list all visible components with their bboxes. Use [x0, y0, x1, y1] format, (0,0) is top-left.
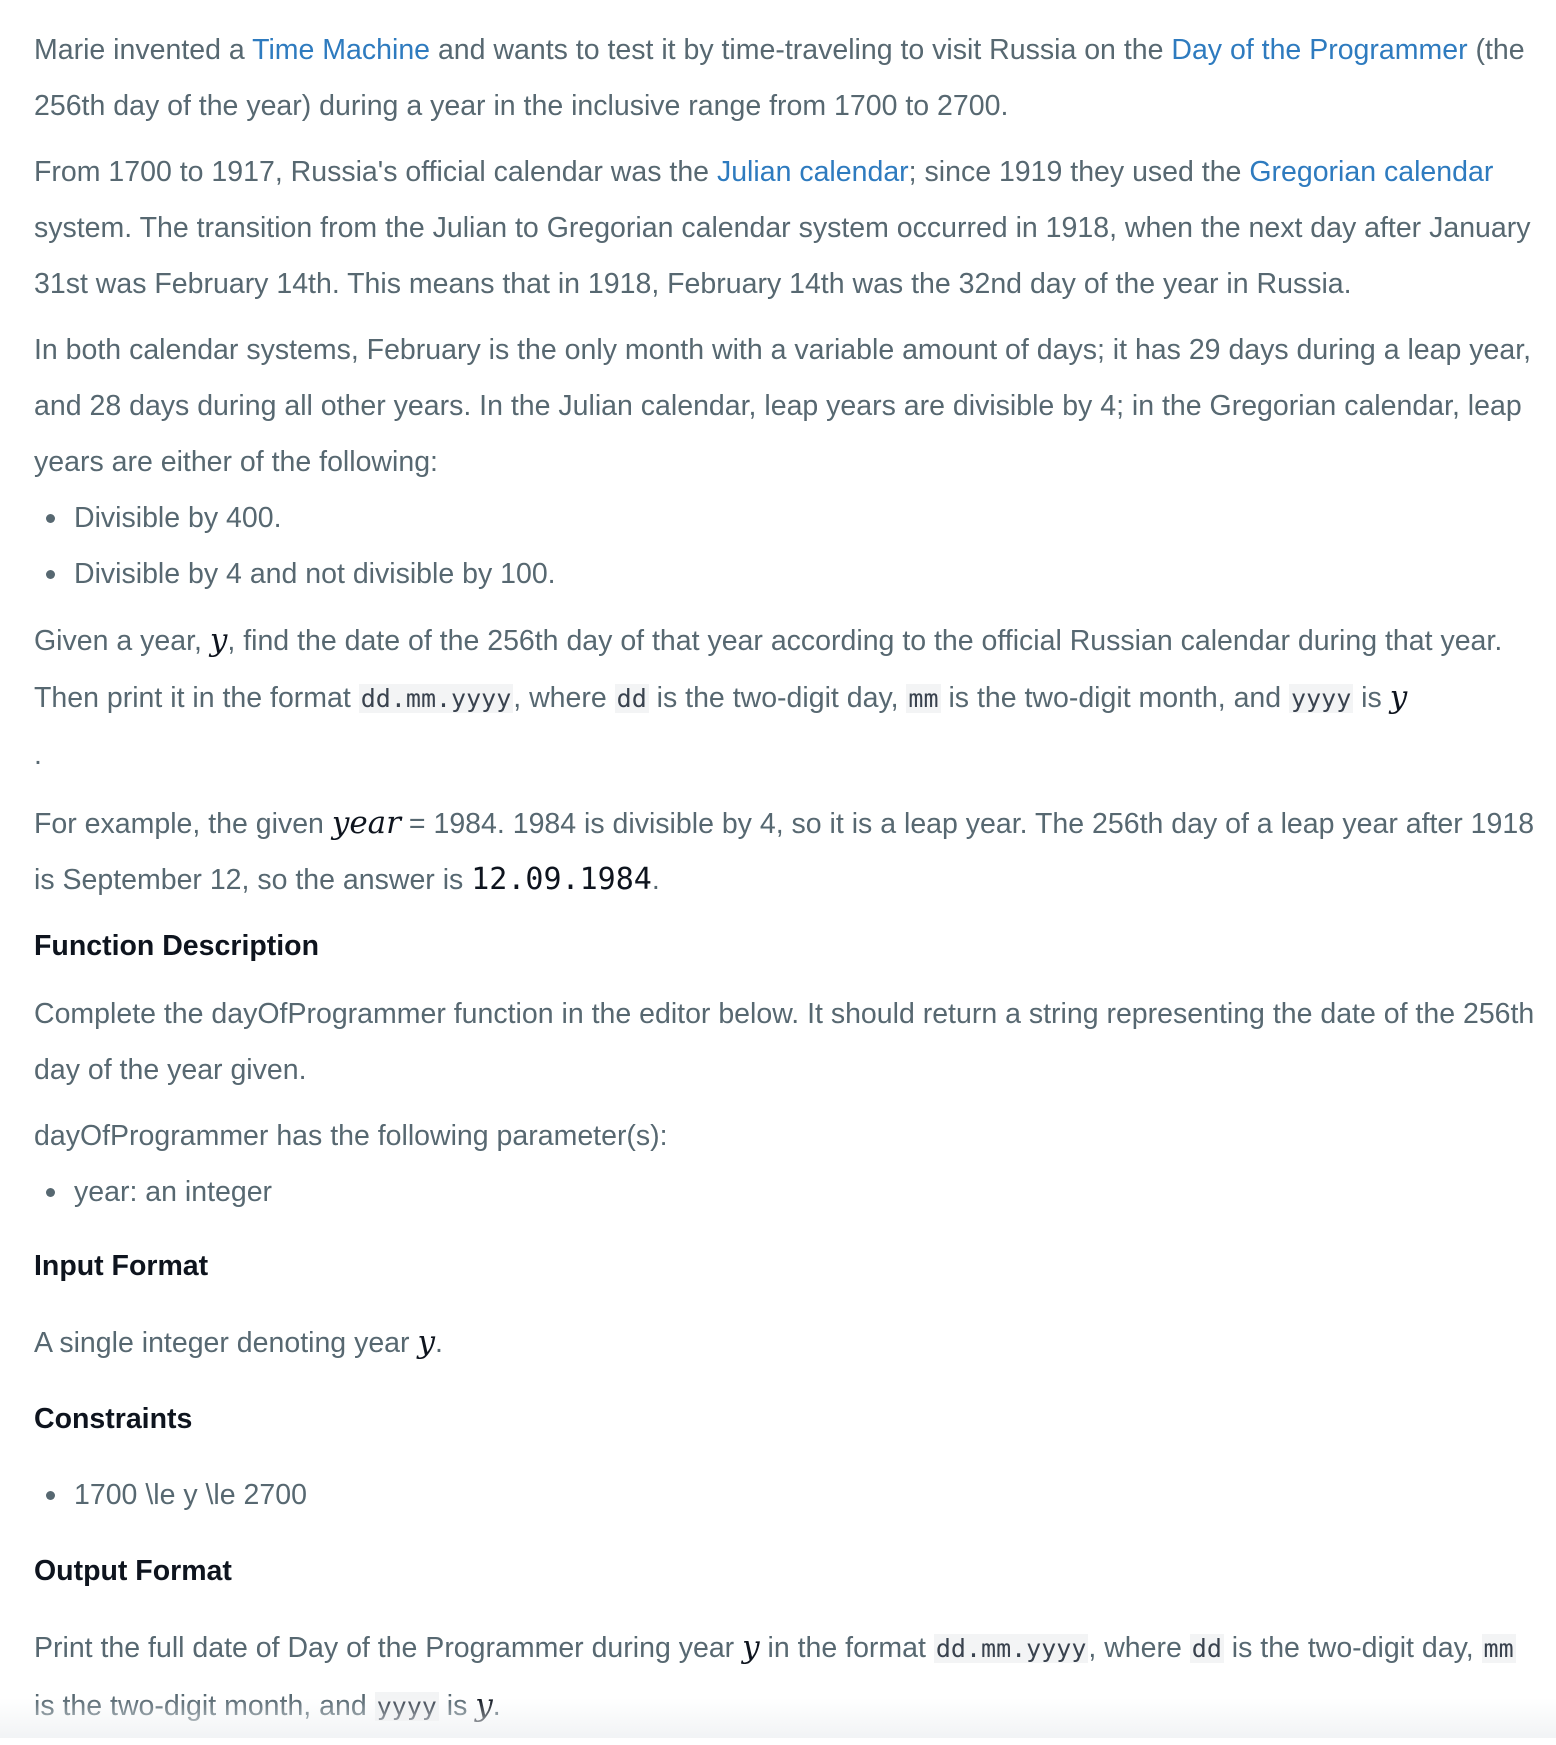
- julian-calendar-link[interactable]: Julian calendar: [717, 156, 909, 188]
- list-item: Divisible by 4 and not divisible by 100.: [34, 546, 1544, 602]
- inline-code: dd: [1189, 1634, 1224, 1663]
- intro-text: and wants to test it by time-traveling t…: [430, 34, 1172, 66]
- bullet-icon: [46, 1188, 55, 1197]
- function-params-intro: dayOfProgrammer has the following parame…: [34, 1120, 668, 1152]
- example-answer: 12.09.1984: [471, 862, 652, 897]
- math-variable: year: [331, 805, 401, 841]
- inline-code: yyyy: [1289, 684, 1354, 713]
- constraints-heading: Constraints: [34, 1403, 193, 1435]
- param-text: year: an integer: [74, 1176, 273, 1208]
- input-format-text: A single integer denoting year y.: [34, 1314, 1544, 1371]
- constraints-list: 1700 \le y \le 2700: [34, 1467, 1544, 1523]
- input-format-heading: Input Format: [34, 1250, 209, 1282]
- function-description-text: Complete the dayOfProgrammer function in…: [34, 998, 1535, 1086]
- task-text: is: [1353, 682, 1390, 714]
- task-text: is the two-digit month, and: [940, 682, 1290, 714]
- output-format-text-part: Print the full date of Day of the Progra…: [34, 1632, 743, 1664]
- inline-code: dd.mm.yyyy: [933, 1634, 1089, 1663]
- list-item: year: an integer: [34, 1164, 1544, 1220]
- bullet-icon: [46, 1491, 55, 1500]
- task-text: , where: [513, 682, 615, 714]
- calendar-paragraph: From 1700 to 1917, Russia's official cal…: [34, 144, 1544, 312]
- leap-rule-text: Divisible by 400.: [74, 502, 282, 534]
- example-paragraph: For example, the given year = 1984. 1984…: [34, 795, 1544, 908]
- problem-statement: Marie invented a Time Machine and wants …: [34, 22, 1544, 1745]
- time-machine-link[interactable]: Time Machine: [252, 34, 430, 66]
- calendar-text: system. The transition from the Julian t…: [34, 212, 1531, 300]
- bullet-icon: [46, 514, 55, 523]
- task-paragraph: Given a year, y, find the date of the 25…: [34, 612, 1544, 727]
- input-format-text-part: A single integer denoting year: [34, 1327, 418, 1359]
- function-params-list: year: an integer: [34, 1164, 1544, 1220]
- calendar-text: From 1700 to 1917, Russia's official cal…: [34, 156, 717, 188]
- output-format-heading: Output Format: [34, 1555, 232, 1587]
- inline-code: mm: [1481, 1634, 1516, 1663]
- math-variable: y: [742, 1629, 760, 1665]
- math-variable: y: [417, 1324, 435, 1360]
- function-description-heading: Function Description: [34, 930, 319, 962]
- calendar-text: ; since 1919 they used the: [908, 156, 1250, 188]
- output-format-text-part: in the format: [759, 1632, 934, 1664]
- bullet-icon: [46, 570, 55, 579]
- output-format-text-part: , where: [1088, 1632, 1190, 1664]
- constraint-text: 1700 \le y \le 2700: [74, 1479, 307, 1511]
- input-format-text-part: .: [434, 1327, 443, 1359]
- list-item: Divisible by 400.: [34, 490, 1544, 546]
- intro-paragraph: Marie invented a Time Machine and wants …: [34, 22, 1544, 134]
- math-variable: y: [209, 622, 228, 658]
- trailing-dot: .: [34, 739, 42, 771]
- example-text: For example, the given: [34, 808, 332, 840]
- bottom-fade: [0, 1698, 1556, 1738]
- output-format-text-part: is the two-digit day,: [1223, 1632, 1482, 1664]
- intro-text: Marie invented a: [34, 34, 253, 66]
- list-item: 1700 \le y \le 2700: [34, 1467, 1544, 1523]
- day-of-the-programmer-link[interactable]: Day of the Programmer: [1171, 34, 1467, 66]
- task-text: is the two-digit day,: [648, 682, 907, 714]
- math-variable: y: [1389, 679, 1408, 715]
- inline-code: dd: [614, 684, 649, 713]
- leap-rule-text: Divisible by 4 and not divisible by 100.: [74, 558, 556, 590]
- leap-rules-list: Divisible by 400. Divisible by 4 and not…: [34, 490, 1544, 602]
- inline-code: dd.mm.yyyy: [358, 684, 514, 713]
- task-text: Given a year,: [34, 625, 210, 657]
- inline-code: mm: [906, 684, 941, 713]
- leap-year-paragraph: In both calendar systems, February is th…: [34, 334, 1532, 478]
- gregorian-calendar-link[interactable]: Gregorian calendar: [1249, 156, 1493, 188]
- example-text: .: [651, 864, 660, 896]
